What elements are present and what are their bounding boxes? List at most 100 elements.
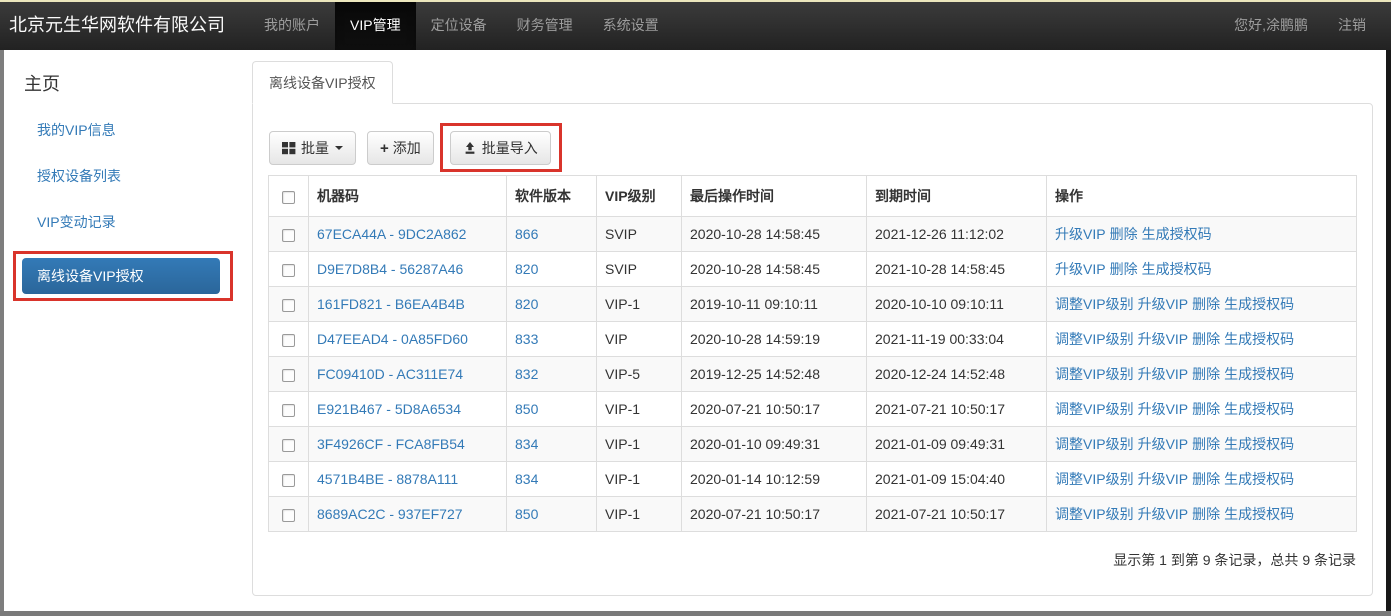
row-checkbox[interactable] — [282, 439, 295, 452]
machine-code-cell: E921B467 - 5D8A6534 — [309, 392, 507, 427]
expire-time-cell: 2021-07-21 10:50:17 — [867, 497, 1047, 532]
nav-item-系统设置[interactable]: 系统设置 — [588, 0, 674, 50]
batch-button-label: 批量 — [301, 138, 329, 158]
machine-code-cell: 4571B4BE - 8878A111 — [309, 462, 507, 497]
nav-item-财务管理[interactable]: 财务管理 — [502, 0, 588, 50]
actions-cell: 升级VIP删除生成授权码 — [1047, 217, 1357, 252]
row-checkbox[interactable] — [282, 369, 295, 382]
row-checkbox[interactable] — [282, 229, 295, 242]
row-checkbox[interactable] — [282, 264, 295, 277]
action-link-调整VIP级别[interactable]: 调整VIP级别 — [1055, 506, 1134, 522]
machine-code-link[interactable]: 8689AC2C - 937EF727 — [317, 506, 463, 522]
sidebar-item-我的VIP信息[interactable]: 我的VIP信息 — [24, 120, 252, 140]
action-link-删除[interactable]: 删除 — [1192, 366, 1220, 382]
action-link-升级VIP[interactable]: 升级VIP — [1138, 506, 1189, 522]
action-link-调整VIP级别[interactable]: 调整VIP级别 — [1055, 401, 1134, 417]
action-link-生成授权码[interactable]: 生成授权码 — [1142, 226, 1212, 242]
window-bottom-edge — [0, 611, 1391, 616]
last-op-time-cell: 2020-01-14 10:12:59 — [682, 462, 867, 497]
version-link[interactable]: 834 — [515, 471, 538, 487]
actions-cell: 升级VIP删除生成授权码 — [1047, 252, 1357, 287]
select-all-checkbox[interactable] — [282, 191, 295, 204]
sidebar-item-离线设备VIP授权[interactable]: 离线设备VIP授权 — [22, 258, 220, 294]
machine-code-link[interactable]: 67ECA44A - 9DC2A862 — [317, 226, 466, 242]
machine-code-link[interactable]: 161FD821 - B6EA4B4B — [317, 296, 465, 312]
action-link-升级VIP[interactable]: 升级VIP — [1138, 331, 1189, 347]
sidebar-item-VIP变动记录[interactable]: VIP变动记录 — [24, 212, 252, 232]
brand-title[interactable]: 北京元生华网软件有限公司 — [0, 0, 249, 50]
action-link-删除[interactable]: 删除 — [1110, 226, 1138, 242]
action-link-生成授权码[interactable]: 生成授权码 — [1224, 506, 1294, 522]
action-link-升级VIP[interactable]: 升级VIP — [1138, 436, 1189, 452]
last-op-time-cell: 2020-10-28 14:58:45 — [682, 252, 867, 287]
vip-level-cell: VIP-1 — [597, 287, 682, 322]
machine-code-link[interactable]: D47EEAD4 - 0A85FD60 — [317, 331, 468, 347]
logout-link[interactable]: 注销 — [1323, 0, 1381, 50]
batch-import-button-label: 批量导入 — [482, 138, 538, 158]
action-link-升级VIP[interactable]: 升级VIP — [1055, 226, 1106, 242]
grid-icon — [282, 141, 296, 155]
row-checkbox-cell — [269, 322, 309, 357]
row-checkbox[interactable] — [282, 299, 295, 312]
row-checkbox-cell — [269, 357, 309, 392]
action-link-调整VIP级别[interactable]: 调整VIP级别 — [1055, 331, 1134, 347]
column-header: VIP级别 — [597, 176, 682, 217]
action-link-调整VIP级别[interactable]: 调整VIP级别 — [1055, 296, 1134, 312]
version-cell: 833 — [507, 322, 597, 357]
row-checkbox-cell — [269, 217, 309, 252]
action-link-删除[interactable]: 删除 — [1110, 261, 1138, 277]
action-link-删除[interactable]: 删除 — [1192, 296, 1220, 312]
version-link[interactable]: 832 — [515, 366, 538, 382]
version-link[interactable]: 866 — [515, 226, 538, 242]
action-link-升级VIP[interactable]: 升级VIP — [1055, 261, 1106, 277]
action-link-生成授权码[interactable]: 生成授权码 — [1142, 261, 1212, 277]
row-checkbox[interactable] — [282, 404, 295, 417]
action-link-删除[interactable]: 删除 — [1192, 471, 1220, 487]
version-link[interactable]: 850 — [515, 401, 538, 417]
expire-time-cell: 2020-10-10 09:10:11 — [867, 287, 1047, 322]
action-link-生成授权码[interactable]: 生成授权码 — [1224, 401, 1294, 417]
row-checkbox[interactable] — [282, 509, 295, 522]
version-link[interactable]: 820 — [515, 261, 538, 277]
version-link[interactable]: 820 — [515, 296, 538, 312]
action-link-生成授权码[interactable]: 生成授权码 — [1224, 471, 1294, 487]
row-checkbox[interactable] — [282, 334, 295, 347]
batch-import-button[interactable]: 批量导入 — [450, 131, 551, 165]
machine-code-link[interactable]: 3F4926CF - FCA8FB54 — [317, 436, 465, 452]
machine-code-link[interactable]: FC09410D - AC311E74 — [317, 366, 463, 382]
row-checkbox[interactable] — [282, 474, 295, 487]
action-link-调整VIP级别[interactable]: 调整VIP级别 — [1055, 436, 1134, 452]
nav-item-定位设备[interactable]: 定位设备 — [416, 0, 502, 50]
action-link-调整VIP级别[interactable]: 调整VIP级别 — [1055, 471, 1134, 487]
row-checkbox-cell — [269, 462, 309, 497]
action-link-删除[interactable]: 删除 — [1192, 331, 1220, 347]
action-link-生成授权码[interactable]: 生成授权码 — [1224, 366, 1294, 382]
action-link-删除[interactable]: 删除 — [1192, 401, 1220, 417]
nav-item-VIP管理[interactable]: VIP管理 — [335, 0, 416, 50]
row-checkbox-cell — [269, 392, 309, 427]
action-link-升级VIP[interactable]: 升级VIP — [1138, 401, 1189, 417]
action-link-升级VIP[interactable]: 升级VIP — [1138, 366, 1189, 382]
tab-offline-vip[interactable]: 离线设备VIP授权 — [252, 61, 393, 104]
action-link-调整VIP级别[interactable]: 调整VIP级别 — [1055, 366, 1134, 382]
add-button[interactable]: + 添加 — [367, 131, 434, 165]
batch-dropdown-button[interactable]: 批量 — [269, 131, 356, 165]
nav-item-我的账户[interactable]: 我的账户 — [249, 0, 335, 50]
action-link-生成授权码[interactable]: 生成授权码 — [1224, 436, 1294, 452]
version-link[interactable]: 850 — [515, 506, 538, 522]
action-link-升级VIP[interactable]: 升级VIP — [1138, 471, 1189, 487]
machine-code-link[interactable]: 4571B4BE - 8878A111 — [317, 471, 458, 487]
machine-code-link[interactable]: E921B467 - 5D8A6534 — [317, 401, 461, 417]
sidebar-active-item-wrap: 离线设备VIP授权 — [22, 258, 220, 294]
vip-level-cell: VIP — [597, 322, 682, 357]
action-link-删除[interactable]: 删除 — [1192, 436, 1220, 452]
sidebar-item-授权设备列表[interactable]: 授权设备列表 — [24, 166, 252, 186]
machine-code-link[interactable]: D9E7D8B4 - 56287A46 — [317, 261, 463, 277]
version-link[interactable]: 833 — [515, 331, 538, 347]
action-link-删除[interactable]: 删除 — [1192, 506, 1220, 522]
table-row: 8689AC2C - 937EF727850VIP-12020-07-21 10… — [269, 497, 1357, 532]
action-link-生成授权码[interactable]: 生成授权码 — [1224, 296, 1294, 312]
version-link[interactable]: 834 — [515, 436, 538, 452]
action-link-生成授权码[interactable]: 生成授权码 — [1224, 331, 1294, 347]
action-link-升级VIP[interactable]: 升级VIP — [1138, 296, 1189, 312]
